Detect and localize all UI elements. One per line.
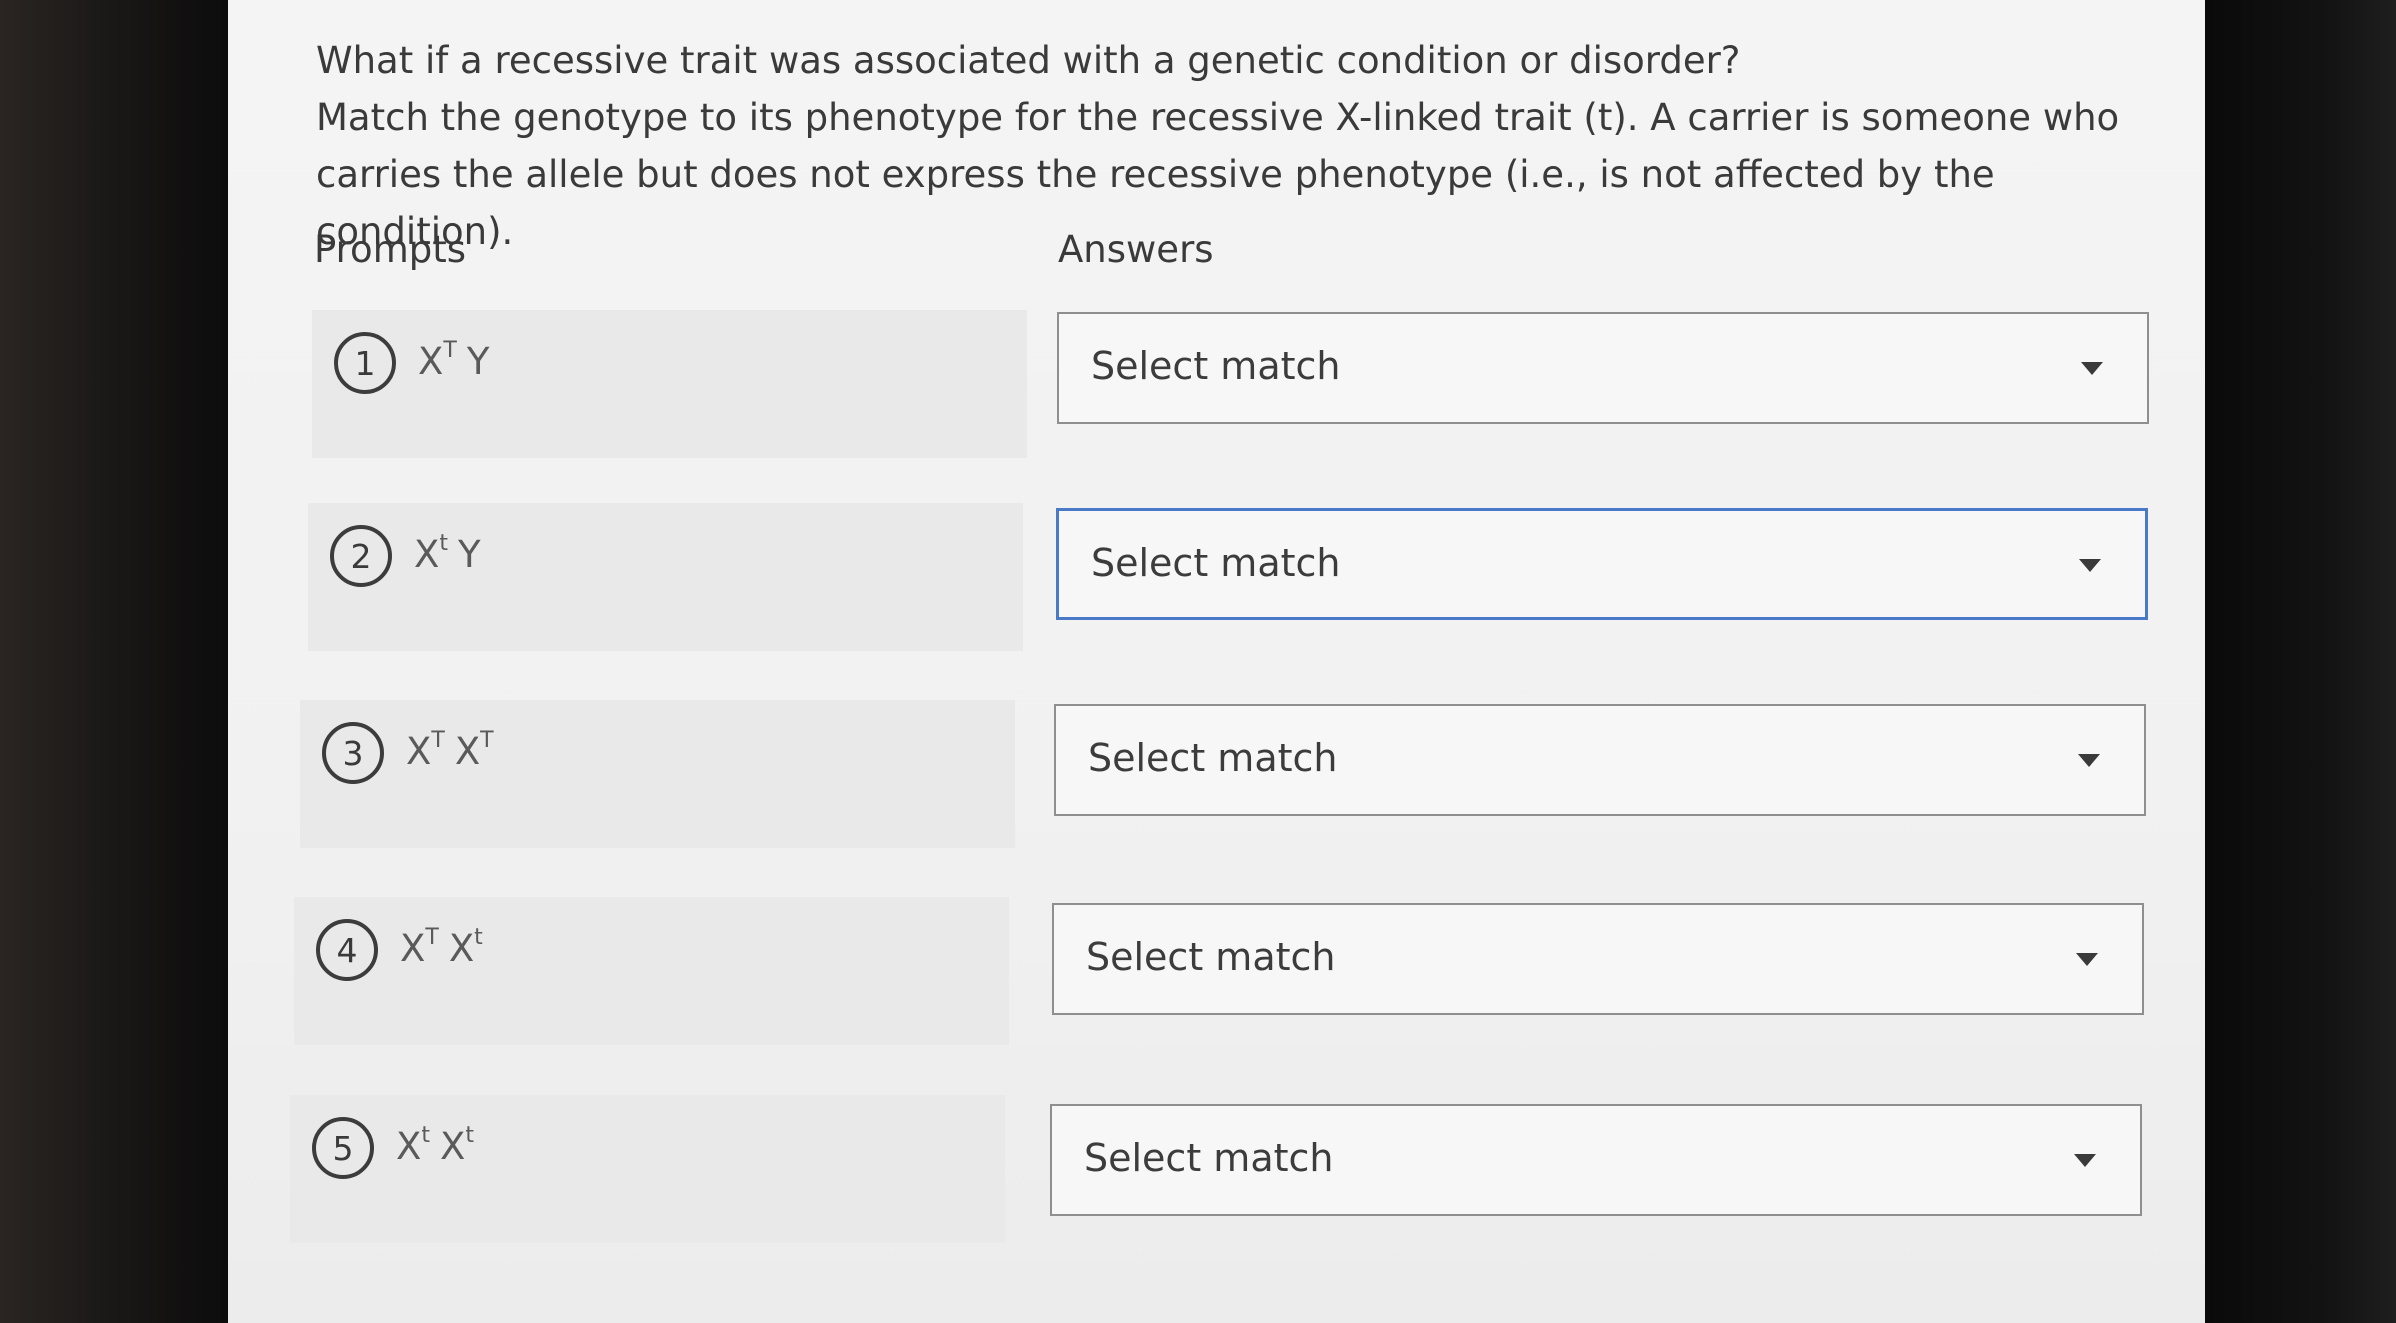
prompt-row-5: 5 Xt Xt: [290, 1095, 1005, 1243]
match-select-5[interactable]: Select match: [1050, 1104, 2142, 1216]
screen: What if a recessive trait was associated…: [228, 0, 2205, 1323]
prompt-number-badge: 3: [322, 722, 384, 784]
caret-down-icon: [2079, 559, 2101, 572]
match-select-3[interactable]: Select match: [1054, 704, 2146, 816]
match-select-2[interactable]: Select match: [1056, 508, 2148, 620]
select-value: Select match: [1091, 541, 1341, 585]
genotype-label: XT XT: [406, 727, 494, 773]
select-value: Select match: [1091, 344, 1341, 388]
select-value: Select match: [1086, 935, 1336, 979]
prompt-number-badge: 1: [334, 332, 396, 394]
answers-header: Answers: [1058, 228, 1214, 271]
prompt-number-badge: 4: [316, 919, 378, 981]
device-bezel-left: [0, 0, 228, 1323]
caret-down-icon: [2078, 754, 2100, 767]
select-value: Select match: [1084, 1136, 1334, 1180]
match-select-1[interactable]: Select match: [1057, 312, 2149, 424]
caret-down-icon: [2076, 953, 2098, 966]
select-value: Select match: [1088, 736, 1338, 780]
prompt-row-3: 3 XT XT: [300, 700, 1015, 848]
prompt-row-4: 4 XT Xt: [294, 897, 1009, 1045]
question-text: What if a recessive trait was associated…: [316, 32, 2176, 260]
prompt-number-badge: 5: [312, 1117, 374, 1179]
genotype-label: Xt Xt: [396, 1122, 474, 1168]
prompt-number-badge: 2: [330, 525, 392, 587]
prompt-row-2: 2 Xt Y: [308, 503, 1023, 651]
device-bezel-right: [2205, 0, 2396, 1323]
match-select-4[interactable]: Select match: [1052, 903, 2144, 1015]
caret-down-icon: [2081, 362, 2103, 375]
question-instructions: Match the genotype to its phenotype for …: [316, 96, 2120, 253]
question-line-1: What if a recessive trait was associated…: [316, 39, 1741, 82]
prompts-header: Prompts: [314, 228, 467, 271]
genotype-label: XT Xt: [400, 924, 483, 970]
genotype-label: Xt Y: [414, 530, 481, 576]
prompt-row-1: 1 XT Y: [312, 310, 1027, 458]
caret-down-icon: [2074, 1154, 2096, 1167]
genotype-label: XT Y: [418, 337, 490, 383]
